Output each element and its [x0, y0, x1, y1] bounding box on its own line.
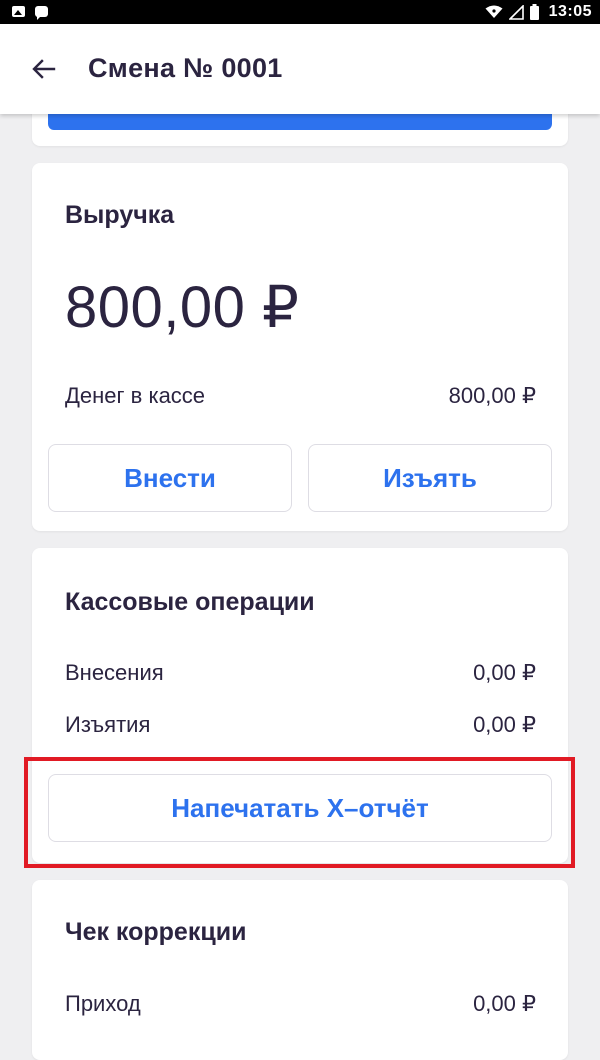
signal-icon [508, 4, 524, 20]
cash-label: Денег в кассе [65, 383, 206, 408]
wifi-icon [485, 5, 503, 18]
battery-icon [529, 4, 539, 20]
deposit-button[interactable]: Внести [48, 444, 292, 512]
clock: 13:05 [548, 3, 592, 20]
withdrawals-value: 0,00 ₽ [473, 712, 536, 737]
deposits-value: 0,00 ₽ [473, 660, 536, 685]
revenue-card: Выручка 800,00 ₽ Денег в кассе 800,00 ₽ … [32, 163, 568, 531]
cash-operations-title: Кассовые операции [65, 588, 315, 616]
revenue-title: Выручка [65, 201, 175, 229]
app-bar: Смена № 0001 [0, 24, 600, 114]
revenue-amount: 800,00 ₽ [65, 275, 300, 340]
image-icon [12, 6, 25, 17]
cash-value: 800,00 ₽ [448, 383, 536, 408]
arrow-left-icon [32, 59, 56, 79]
back-button[interactable] [22, 49, 66, 89]
status-icons: 13:05 [485, 3, 592, 21]
correction-title: Чек коррекции [65, 918, 247, 946]
print-x-report-button[interactable]: Напечатать X–отчёт [48, 774, 552, 842]
message-icon [35, 6, 48, 20]
status-bar: 13:05 [0, 0, 600, 24]
withdrawals-label: Изъятия [65, 712, 151, 737]
page-title: Смена № 0001 [88, 53, 283, 83]
income-value: 0,00 ₽ [473, 991, 536, 1016]
deposits-label: Внесения [65, 660, 164, 685]
correction-card: Чек коррекции Приход 0,00 ₽ [32, 880, 568, 1060]
cash-operations-card: Кассовые операции Внесения 0,00 ₽ Изъяти… [32, 548, 568, 863]
income-label: Приход [65, 991, 141, 1016]
withdraw-button[interactable]: Изъять [308, 444, 552, 512]
